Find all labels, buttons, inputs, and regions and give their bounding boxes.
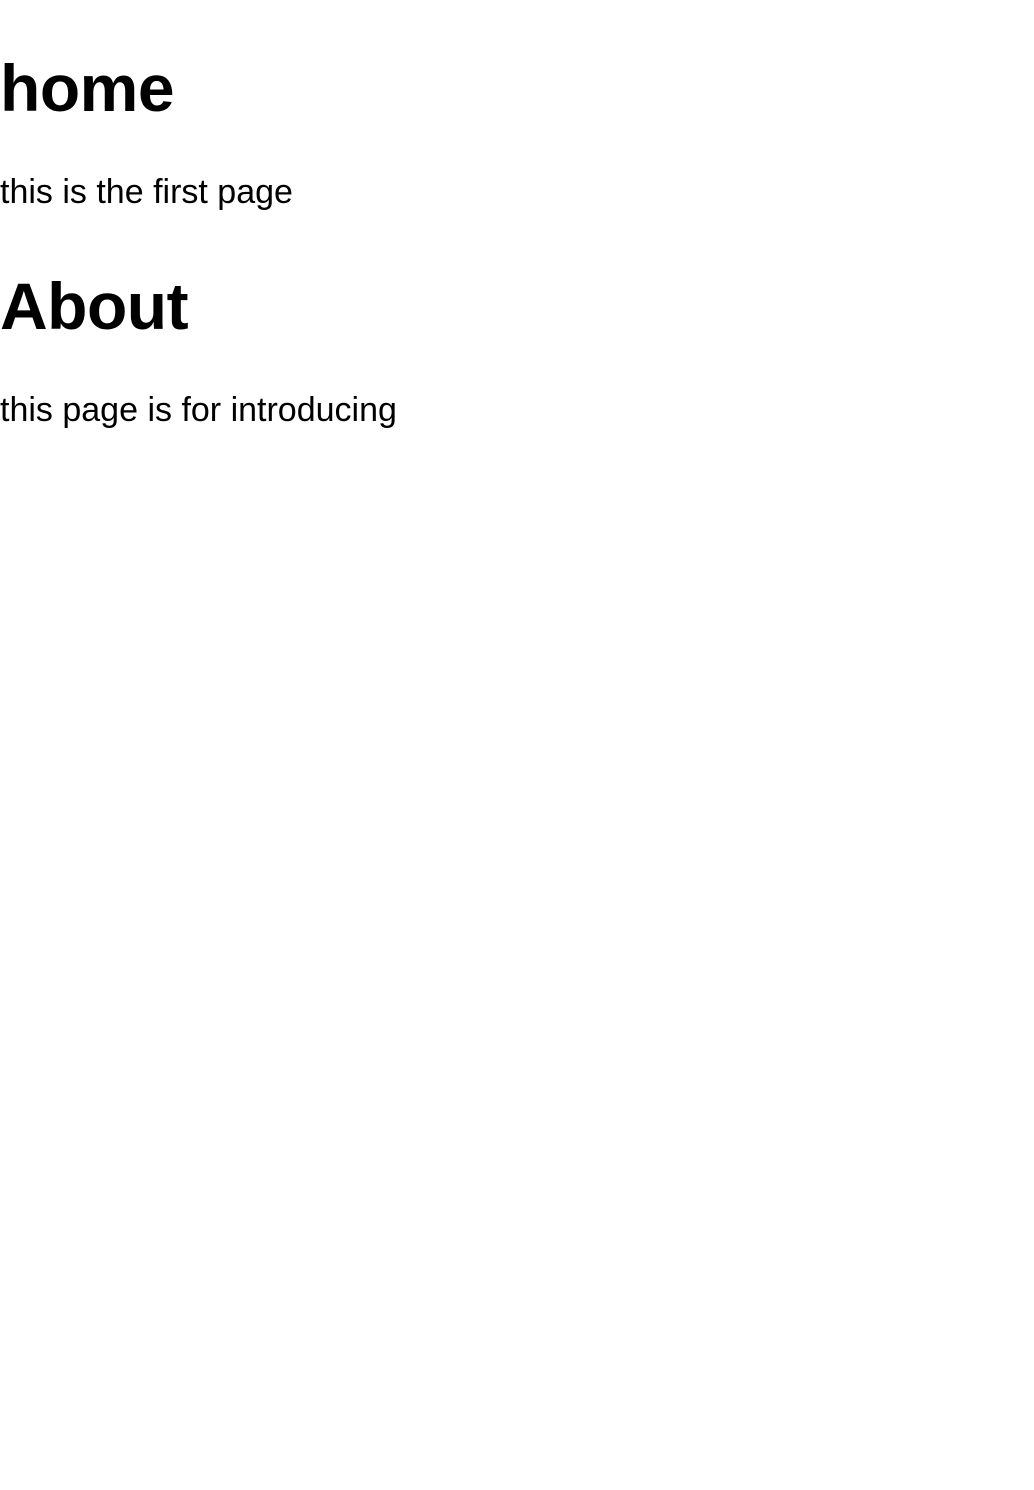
home-text: this is the first page: [0, 173, 293, 211]
about-heading: About: [0, 269, 189, 343]
home-heading: home: [0, 51, 175, 125]
home-section: home this is the first page: [0, 50, 1000, 212]
about-text: this page is for introducing: [0, 391, 397, 429]
about-section: About this page is for introducing: [0, 268, 1000, 430]
